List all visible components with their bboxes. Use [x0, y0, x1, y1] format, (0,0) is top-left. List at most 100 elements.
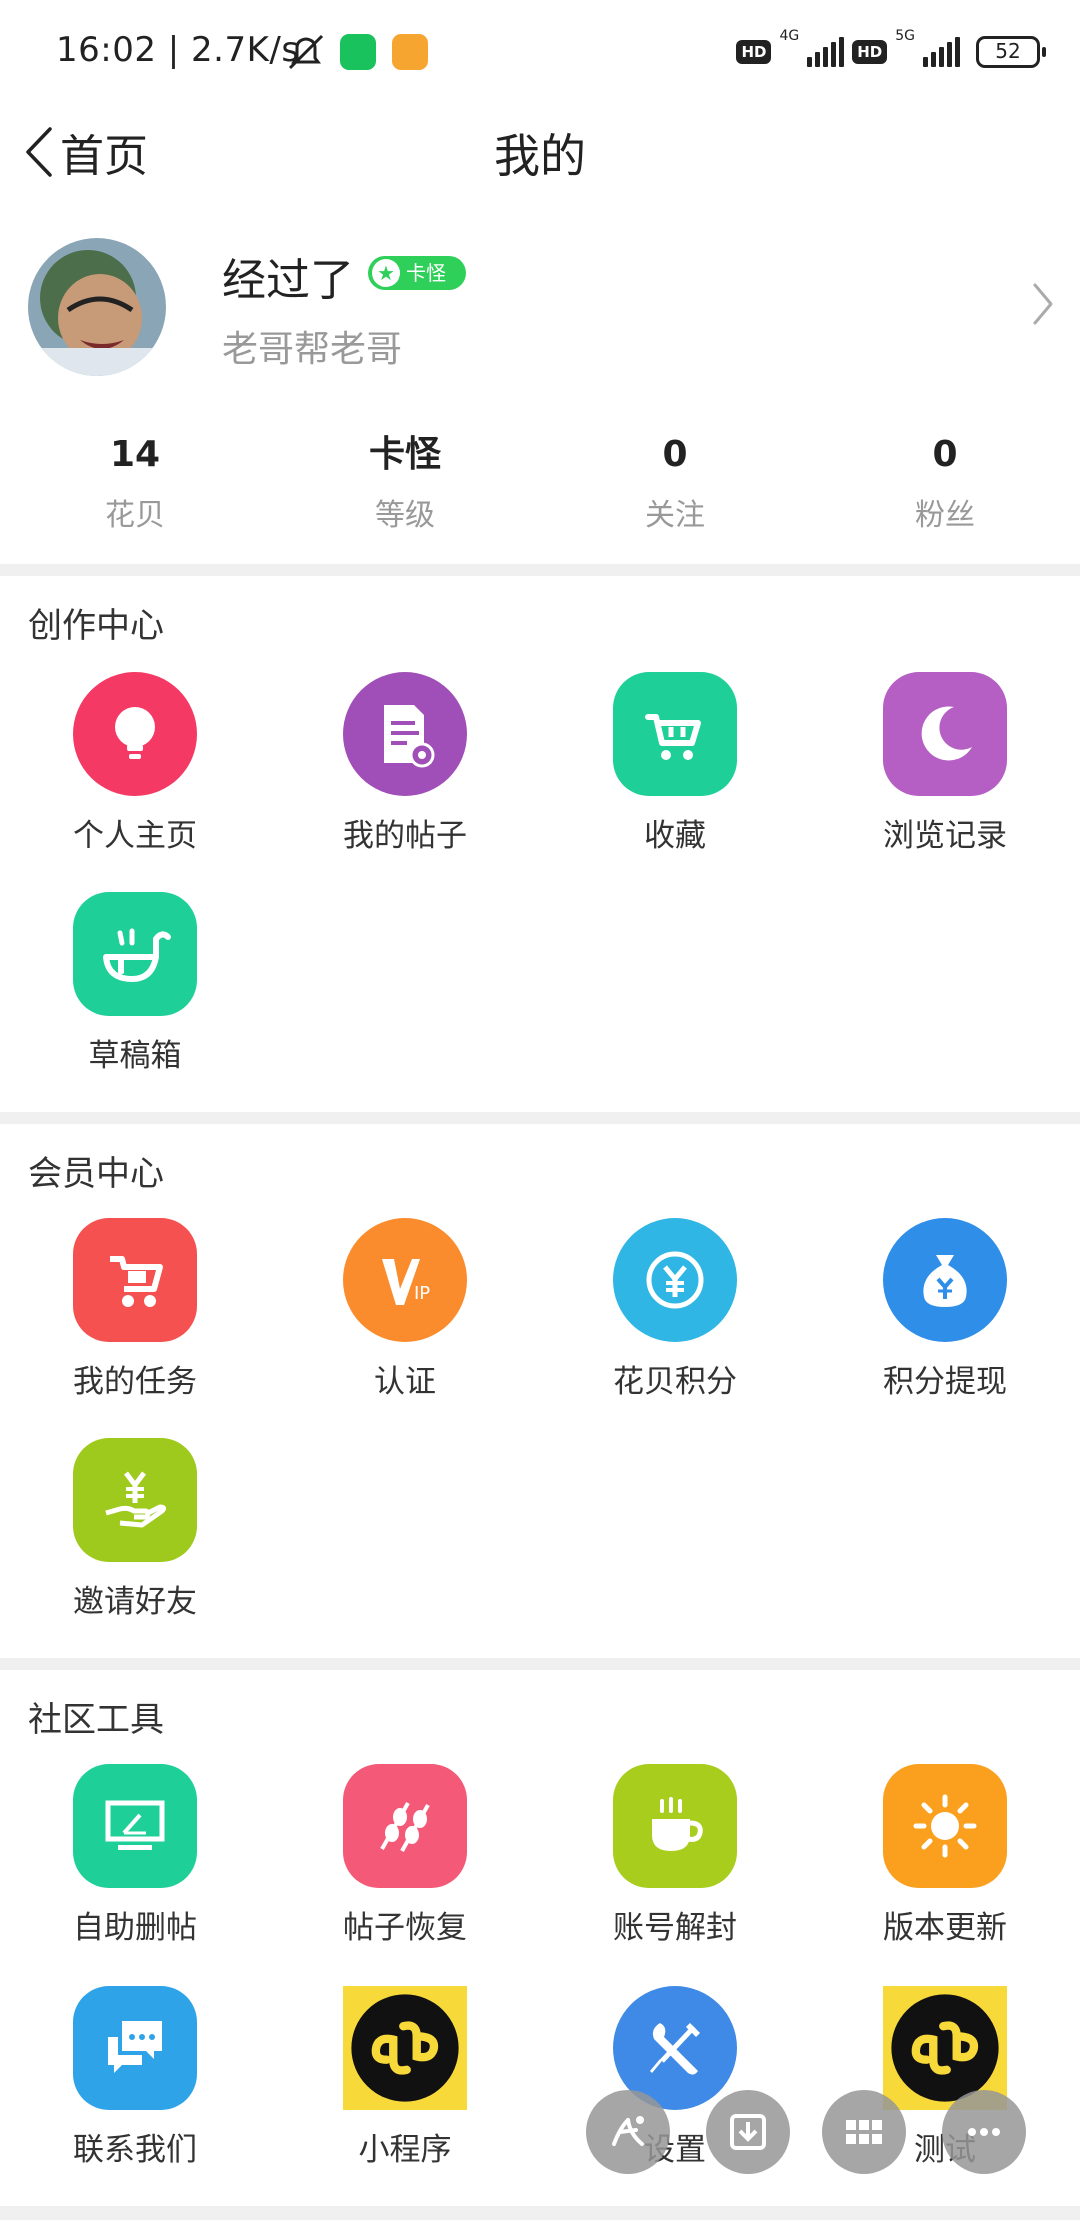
signal-icon	[923, 37, 960, 67]
hd-badge: HD	[852, 40, 888, 64]
skewer-icon	[343, 1764, 467, 1888]
svg-text:IP: IP	[414, 1283, 430, 1304]
section-title-tools: 社区工具	[28, 1700, 164, 1740]
floating-download-button[interactable]	[706, 2090, 790, 2174]
grid-label: 账号解封	[613, 1910, 737, 1946]
section-divider	[0, 564, 1080, 576]
grid-label: 花贝积分	[613, 1364, 737, 1400]
grid-item-mini-program[interactable]: 小程序	[270, 1986, 540, 2169]
grid-label: 积分提现	[883, 1364, 1007, 1400]
section-title-member: 会员中心	[28, 1154, 164, 1194]
stat-label: 粉丝	[915, 498, 975, 533]
section-title-creation: 创作中心	[28, 606, 164, 646]
section-divider	[0, 1658, 1080, 1670]
money-bag-icon	[883, 1218, 1007, 1342]
stat-value: 14	[109, 434, 161, 475]
stat-label: 花贝	[105, 498, 165, 533]
grid-item-restore-post[interactable]: 帖子恢复	[270, 1764, 540, 1947]
grid-item-my-posts[interactable]: 我的帖子	[270, 672, 540, 855]
grid-label: 小程序	[358, 2132, 452, 2168]
yen-coin-icon	[613, 1218, 737, 1342]
grid-label: 版本更新	[883, 1910, 1007, 1946]
moon-icon	[883, 672, 1007, 796]
document-icon	[343, 672, 467, 796]
grid-label: 草稿箱	[88, 1038, 182, 1074]
stat-label: 关注	[645, 498, 705, 533]
monitor-icon	[73, 1764, 197, 1888]
star-icon: ★	[372, 259, 400, 287]
wechat-icon	[340, 34, 376, 70]
grid-label: 认证	[374, 1364, 436, 1400]
notes-app-icon	[392, 34, 428, 70]
grid-item-favorites[interactable]: 收藏	[540, 672, 810, 855]
bell-muted-icon	[288, 34, 324, 70]
grid-item-contact-us[interactable]: 联系我们	[0, 1986, 270, 2169]
grid-item-profile-page[interactable]: 个人主页	[0, 672, 270, 855]
grid-item-withdraw[interactable]: 积分提现	[810, 1218, 1080, 1401]
cart-icon	[613, 672, 737, 796]
sparkle-icon	[612, 2116, 644, 2146]
signal-icon	[807, 37, 845, 67]
grid-label: 我的任务	[73, 1364, 197, 1400]
hd-badge: HD	[736, 40, 772, 64]
section-divider	[0, 1112, 1080, 1124]
stat-value: 卡怪	[368, 434, 441, 475]
grid-item-delete-post[interactable]: 自助删帖	[0, 1764, 270, 1947]
status-bar: 16:02 | 2.7K/s HD 4G HD 5G 52	[0, 0, 1080, 104]
stat-label: 等级	[375, 498, 435, 533]
grid-label: 帖子恢复	[343, 1910, 467, 1946]
grid-item-points[interactable]: 花贝积分	[540, 1218, 810, 1401]
avatar-image	[28, 238, 166, 376]
profile-card[interactable]: 经过了 ★ 卡怪 老哥帮老哥	[0, 230, 1080, 380]
network-type: 4G	[779, 28, 800, 44]
grid-label: 自助删帖	[73, 1910, 197, 1946]
grid-item-verify[interactable]: IP 认证	[270, 1218, 540, 1401]
grid-label: 浏览记录	[883, 818, 1007, 854]
grid-item-my-tasks[interactable]: 我的任务	[0, 1218, 270, 1401]
stat-followers[interactable]: 0 粉丝	[810, 430, 1080, 560]
grid-label: 个人主页	[73, 818, 197, 854]
grid-label: 联系我们	[73, 2132, 197, 2168]
mini-program-icon	[343, 1986, 467, 2110]
stat-level[interactable]: 卡怪 等级	[270, 430, 540, 560]
chevron-right-icon	[1033, 283, 1053, 325]
status-time: 16:02 | 2.7K/s	[56, 30, 300, 70]
grid-item-history[interactable]: 浏览记录	[810, 672, 1080, 855]
top-nav: 首页 我的	[0, 104, 1080, 214]
chat-icon	[73, 1986, 197, 2110]
task-icon	[73, 1218, 197, 1342]
lightbulb-icon	[73, 672, 197, 796]
section-divider	[0, 2206, 1080, 2220]
stat-value: 0	[662, 434, 688, 475]
page-title: 我的	[494, 129, 586, 183]
floating-assist-button[interactable]	[586, 2090, 670, 2174]
grid-label: 邀请好友	[73, 1584, 197, 1620]
grid-label: 收藏	[644, 818, 706, 854]
yen-hand-icon	[73, 1438, 197, 1562]
stat-following[interactable]: 0 关注	[540, 430, 810, 560]
stat-value: 0	[932, 434, 958, 475]
network-type: 5G	[895, 28, 915, 44]
draft-icon	[73, 892, 197, 1016]
cup-icon	[613, 1764, 737, 1888]
stats-row: 14 花贝 卡怪 等级 0 关注 0 粉丝	[0, 430, 1080, 560]
download-icon	[730, 2114, 766, 2150]
more-dots-icon	[968, 2128, 1000, 2136]
avatar[interactable]	[28, 238, 166, 376]
grid-label: 我的帖子	[343, 818, 467, 854]
stat-points[interactable]: 14 花贝	[0, 430, 270, 560]
floating-more-button[interactable]	[942, 2090, 1026, 2174]
level-badge-label: 卡怪	[406, 261, 446, 285]
floating-grid-button[interactable]	[822, 2090, 906, 2174]
sun-icon	[883, 1764, 1007, 1888]
grid-item-drafts[interactable]: 草稿箱	[0, 892, 270, 1075]
vip-icon: IP	[343, 1218, 467, 1342]
grid-icon	[846, 2120, 882, 2144]
level-badge: ★ 卡怪	[368, 256, 466, 290]
user-signature: 老哥帮老哥	[222, 329, 403, 370]
grid-item-version-update[interactable]: 版本更新	[810, 1764, 1080, 1947]
grid-item-unban-account[interactable]: 账号解封	[540, 1764, 810, 1947]
battery-icon: 52	[976, 36, 1046, 68]
username: 经过了	[222, 255, 354, 306]
grid-item-invite[interactable]: 邀请好友	[0, 1438, 270, 1621]
